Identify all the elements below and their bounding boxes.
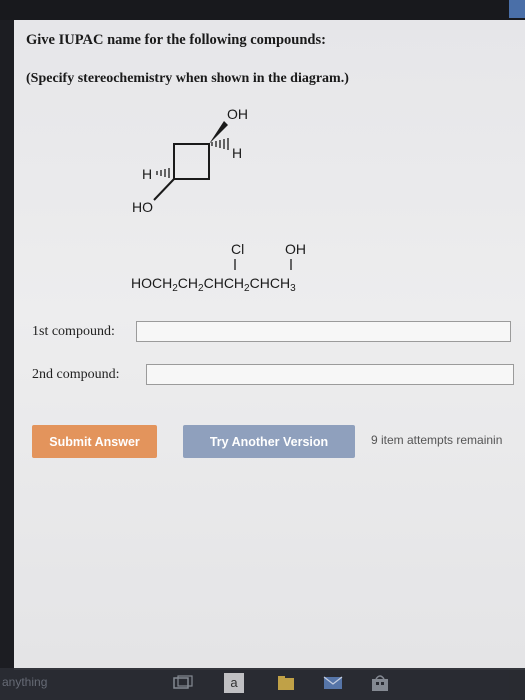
taskbar: anything a <box>0 668 525 700</box>
second-compound-input[interactable] <box>146 364 514 385</box>
oh-label-2: OH <box>285 241 306 257</box>
question-page: Give IUPAC name for the following compou… <box>14 20 525 670</box>
condensed-formula-structure: Cl OH HOCH2CH2CHCH2CHCH3 <box>131 241 306 294</box>
chemical-structures: OH H H HO Cl OH HOCH2CH2CHCH2CHCH3 <box>131 106 306 294</box>
first-compound-input[interactable] <box>136 321 511 342</box>
monitor-bezel <box>0 0 525 20</box>
formula-part: CHCH <box>250 275 290 291</box>
h-label-right: H <box>232 145 242 161</box>
oh-label-1: OH <box>227 106 248 122</box>
formula-part: CH <box>178 275 198 291</box>
mail-icon[interactable] <box>322 673 344 693</box>
attempts-remaining-text: 9 item attempts remainin <box>371 433 503 447</box>
file-explorer-icon[interactable] <box>276 673 296 693</box>
first-compound-label: 1st compound: <box>32 324 115 339</box>
try-another-version-button[interactable]: Try Another Version <box>183 425 355 458</box>
submit-answer-button[interactable]: Submit Answer <box>32 425 157 458</box>
second-compound-label: 2nd compound: <box>32 367 120 382</box>
cyclobutane-ring <box>173 143 210 180</box>
hash-bond-left <box>156 168 170 178</box>
task-view-icon[interactable] <box>172 673 194 693</box>
h-label-left: H <box>142 166 152 182</box>
store-icon[interactable] <box>369 673 391 693</box>
ho-label: HO <box>132 199 153 215</box>
cl-label: Cl <box>231 241 244 257</box>
bond-ho <box>153 178 175 201</box>
taskbar-search-text[interactable]: anything <box>2 675 47 689</box>
formula-part: HOCH <box>131 275 172 291</box>
cyclobutane-structure: OH H H HO <box>132 106 248 215</box>
formula-subscript: 3 <box>290 283 296 294</box>
formula-part: CHCH <box>204 275 244 291</box>
wedge-bond-oh <box>209 121 228 144</box>
condensed-formula: HOCH2CH2CHCH2CHCH3 <box>131 275 296 294</box>
app-a-icon[interactable]: a <box>224 673 244 693</box>
window-edge <box>509 0 525 18</box>
hash-bond-right <box>211 138 229 150</box>
